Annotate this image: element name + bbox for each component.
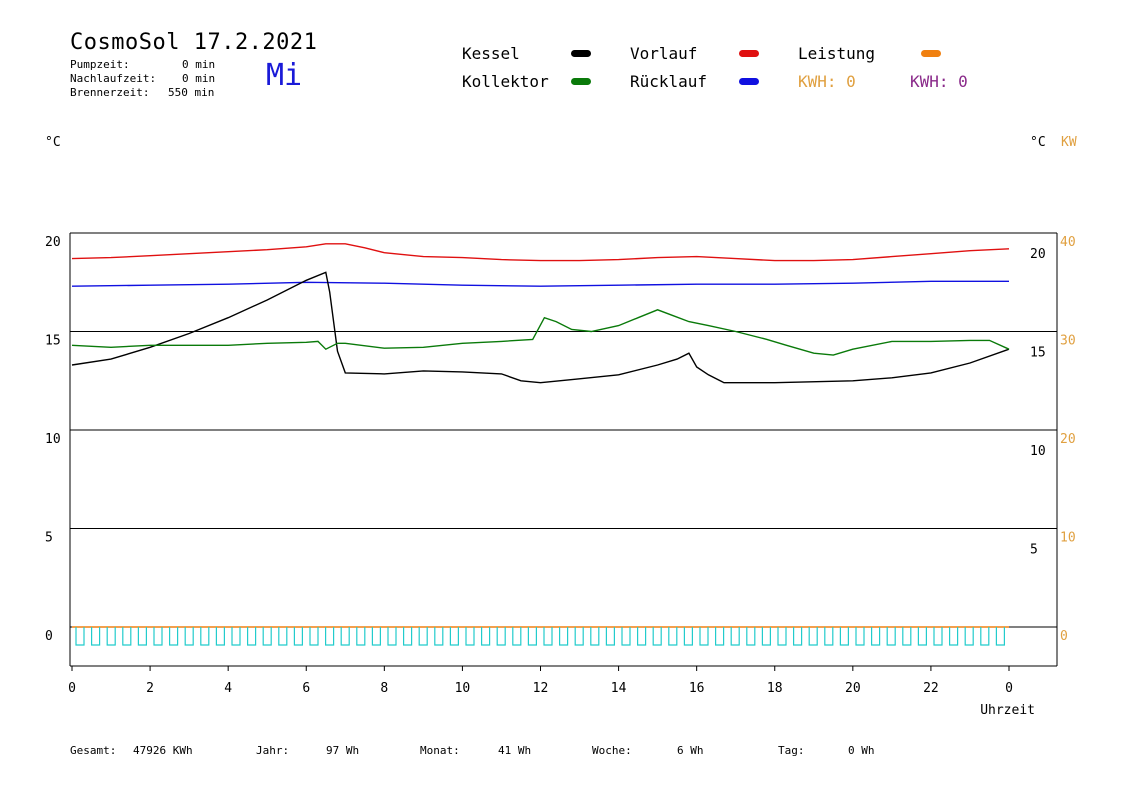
series-line-kessel xyxy=(71,271,1010,384)
y-right-tick-label: 10 xyxy=(1030,444,1046,459)
legend-swatch-kessel xyxy=(571,50,591,57)
y-kw-tick-label: 10 xyxy=(1060,531,1076,546)
x-tick-label: 2 xyxy=(146,681,154,696)
pump-activity-trace xyxy=(75,627,1005,646)
info-label-pumpzeit: Pumpzeit: xyxy=(70,58,130,71)
y-left-tick-label: 20 xyxy=(45,235,61,250)
legend-vorlauf: Vorlauf xyxy=(630,44,698,63)
y-left-tick-label: 0 xyxy=(45,629,53,644)
legend-swatch-kollektor xyxy=(571,78,591,85)
y-kw-tick-label: 20 xyxy=(1060,432,1076,447)
legend-swatch-leistung xyxy=(921,50,941,57)
info-label-nachlaufzeit: Nachlaufzeit: xyxy=(70,72,157,85)
info-label-brennerzeit: Brennerzeit: xyxy=(70,86,150,99)
y-right-tick-label: 15 xyxy=(1030,346,1046,361)
day-of-week: Mi xyxy=(266,58,303,93)
y-kw-tick-label: 30 xyxy=(1060,334,1076,349)
series-line-kollektor xyxy=(71,309,1010,356)
y-left-tick-label: 5 xyxy=(45,531,53,546)
info-value-brennerzeit: 550 min xyxy=(168,86,215,99)
page-title: CosmoSol 17.2.2021 xyxy=(70,30,318,55)
x-tick-label: 22 xyxy=(923,681,939,696)
legend-kwh-orange: KWH: 0 xyxy=(798,72,856,91)
y-left-unit: °C xyxy=(45,135,61,150)
x-tick-label: 16 xyxy=(689,681,705,696)
footer-woche-label: Woche: xyxy=(592,744,632,757)
y-left-tick-label: 10 xyxy=(45,432,61,447)
footer-jahr-label: Jahr: xyxy=(256,744,290,757)
x-tick-label: 12 xyxy=(533,681,549,696)
y-right-unit: °C xyxy=(1030,135,1046,150)
y-right-tick-label: 20 xyxy=(1030,247,1046,262)
legend-kollektor: Kollektor xyxy=(462,72,549,91)
legend-ruecklauf: Rücklauf xyxy=(630,72,708,91)
info-value-nachlaufzeit: 0 min xyxy=(182,72,216,85)
x-tick-label: 6 xyxy=(302,681,310,696)
x-tick-label: 10 xyxy=(455,681,471,696)
series-line-vorlauf xyxy=(71,243,1010,262)
footer-monat-label: Monat: xyxy=(420,744,460,757)
footer-tag-value: 0 Wh xyxy=(848,744,875,757)
footer-tag-label: Tag: xyxy=(778,744,805,757)
x-tick-label: 0 xyxy=(1005,681,1013,696)
x-tick-label: 8 xyxy=(380,681,388,696)
y-right-tick-label: 5 xyxy=(1030,543,1038,558)
x-tick-label: 18 xyxy=(767,681,783,696)
y-left-tick-label: 15 xyxy=(45,334,61,349)
legend-leistung: Leistung xyxy=(798,44,876,63)
x-tick-label: 4 xyxy=(224,681,232,696)
y-kw-tick-label: 40 xyxy=(1060,235,1076,250)
series-line-rcklauf xyxy=(71,280,1009,287)
legend-kwh-purple: KWH: 0 xyxy=(910,72,968,91)
legend-kessel: Kessel xyxy=(462,44,520,63)
legend-swatch-vorlauf xyxy=(739,50,759,57)
footer-gesamt-value: 47926 KWh xyxy=(133,744,193,757)
legend-swatch-ruecklauf xyxy=(739,78,759,85)
y-kw-unit: KW xyxy=(1061,135,1077,150)
footer-woche-value: 6 Wh xyxy=(677,744,704,757)
footer-gesamt-label: Gesamt: xyxy=(70,744,117,757)
footer-jahr-value: 97 Wh xyxy=(326,744,360,757)
chart-canvas: 0 2 4 6 8 10 12 14 16 18 20 22 0 Uhrzeit 0 5 10 15 20 °C 5 10… xyxy=(45,135,1077,718)
x-tick-label: 0 xyxy=(68,681,76,696)
info-value-pumpzeit: 0 min xyxy=(182,58,216,71)
x-tick-label: 20 xyxy=(845,681,861,696)
footer-monat-value: 41 Wh xyxy=(498,744,532,757)
x-tick-label: 14 xyxy=(611,681,627,696)
x-axis-title: Uhrzeit xyxy=(980,703,1035,718)
y-kw-tick-label: 0 xyxy=(1060,629,1068,644)
